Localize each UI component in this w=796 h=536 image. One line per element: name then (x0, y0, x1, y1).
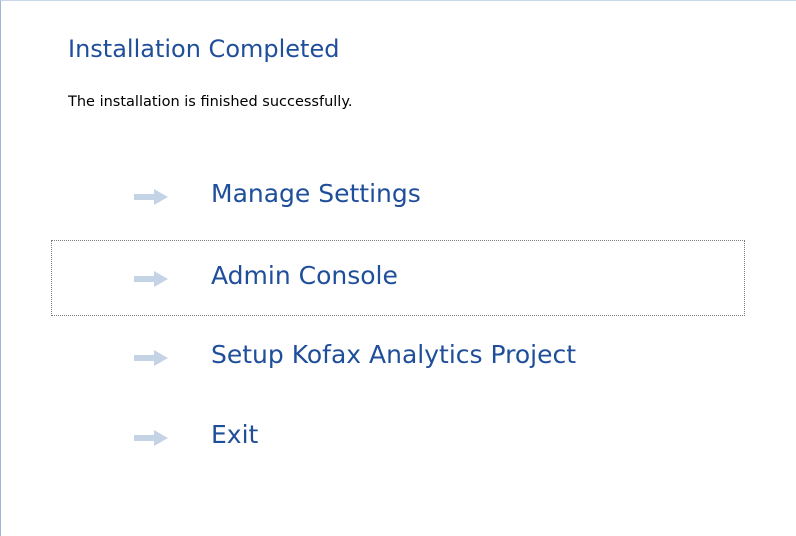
manage-settings-button[interactable]: Manage Settings (51, 158, 745, 234)
setup-kofax-analytics-project-button[interactable]: Setup Kofax Analytics Project (51, 319, 745, 395)
manage-settings-label: Manage Settings (211, 179, 421, 208)
status-message: The installation is finished successfull… (68, 94, 353, 110)
installer-window: Installation Completed The installation … (0, 0, 796, 536)
exit-label: Exit (211, 420, 259, 449)
exit-button[interactable]: Exit (51, 399, 745, 475)
admin-console-label: Admin Console (211, 261, 398, 290)
arrow-right-icon (134, 271, 168, 287)
admin-console-button[interactable]: Admin Console (51, 240, 745, 316)
arrow-right-icon (134, 350, 168, 366)
arrow-right-icon (134, 189, 168, 205)
page-title: Installation Completed (68, 35, 340, 63)
setup-kofax-analytics-project-label: Setup Kofax Analytics Project (211, 340, 577, 369)
arrow-right-icon (134, 430, 168, 446)
